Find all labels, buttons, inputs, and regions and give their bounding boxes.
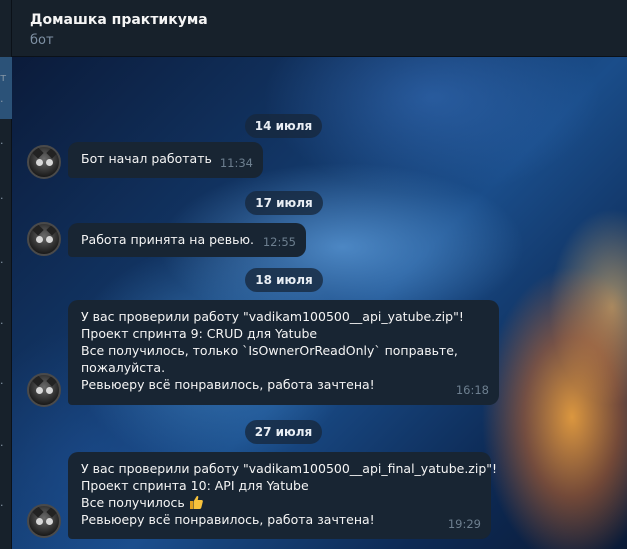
bot-avatar[interactable] — [27, 222, 61, 256]
dot-icon: · — [0, 256, 4, 269]
bot-avatar[interactable] — [27, 145, 61, 179]
message-text: У вас проверили работу "vadikam100500__a… — [81, 461, 498, 476]
dot-icon: · — [0, 95, 4, 108]
dot-icon: · — [0, 439, 4, 452]
message-bubble[interactable]: У вас проверили работу "vadikam100500__a… — [68, 300, 499, 405]
message-time: 16:18 — [455, 383, 489, 397]
thumbs-up-icon — [189, 495, 203, 509]
chat-list-item-cut-label: т — [0, 71, 7, 84]
chat-subtitle: бот — [30, 33, 54, 48]
message-line-with-emoji: Все получилось — [81, 494, 479, 511]
message-bubble[interactable]: У вас проверили работу "vadikam100500__a… — [68, 452, 498, 539]
message-time: 19:29 — [447, 517, 481, 531]
date-separator: 14 июля — [245, 114, 322, 138]
date-separator: 17 июля — [245, 191, 323, 215]
message-bubble[interactable]: Бот начал работать 11:34 — [68, 142, 263, 178]
date-separator: 27 июля — [245, 420, 322, 444]
message-text: Ревьюеру всё понравилось, работа зачтена… — [81, 512, 375, 527]
message-text: Ревьюеру всё понравилось, работа зачтена… — [81, 377, 375, 392]
bot-avatar[interactable] — [27, 373, 61, 407]
message-time: 12:55 — [262, 235, 296, 249]
chat-title: Домашка практикума — [30, 12, 208, 28]
active-chat-highlight[interactable]: т · — [0, 57, 12, 119]
message-text: Проект спринта 9: CRUD для Yatube — [81, 326, 318, 341]
date-separator: 18 июля — [245, 268, 323, 292]
message-text: Все получилось — [81, 495, 185, 510]
message-text: Проект спринта 10: API для Yatube — [81, 478, 309, 493]
message-text: У вас проверили работу "vadikam100500__a… — [81, 309, 464, 324]
dot-icon: · — [0, 317, 4, 330]
message-text: Все получилось, только `IsOwnerOrReadOnl… — [81, 343, 458, 358]
chat-header[interactable]: Домашка практикума бот — [12, 0, 627, 57]
chat-list-sidebar: т · · · · · · · · — [0, 0, 12, 549]
dot-icon: · — [0, 499, 4, 512]
message-time: 11:34 — [219, 156, 253, 170]
message-text: пожалуйста. — [81, 360, 166, 375]
message-bubble[interactable]: Работа принята на ревью. 12:55 — [68, 223, 306, 257]
dot-icon: · — [0, 137, 4, 150]
bot-avatar[interactable] — [27, 504, 61, 538]
dot-icon: · — [0, 192, 4, 205]
message-area[interactable]: 14 июля Бот начал работать 11:34 17 июля… — [12, 57, 627, 549]
dot-icon: · — [0, 377, 4, 390]
